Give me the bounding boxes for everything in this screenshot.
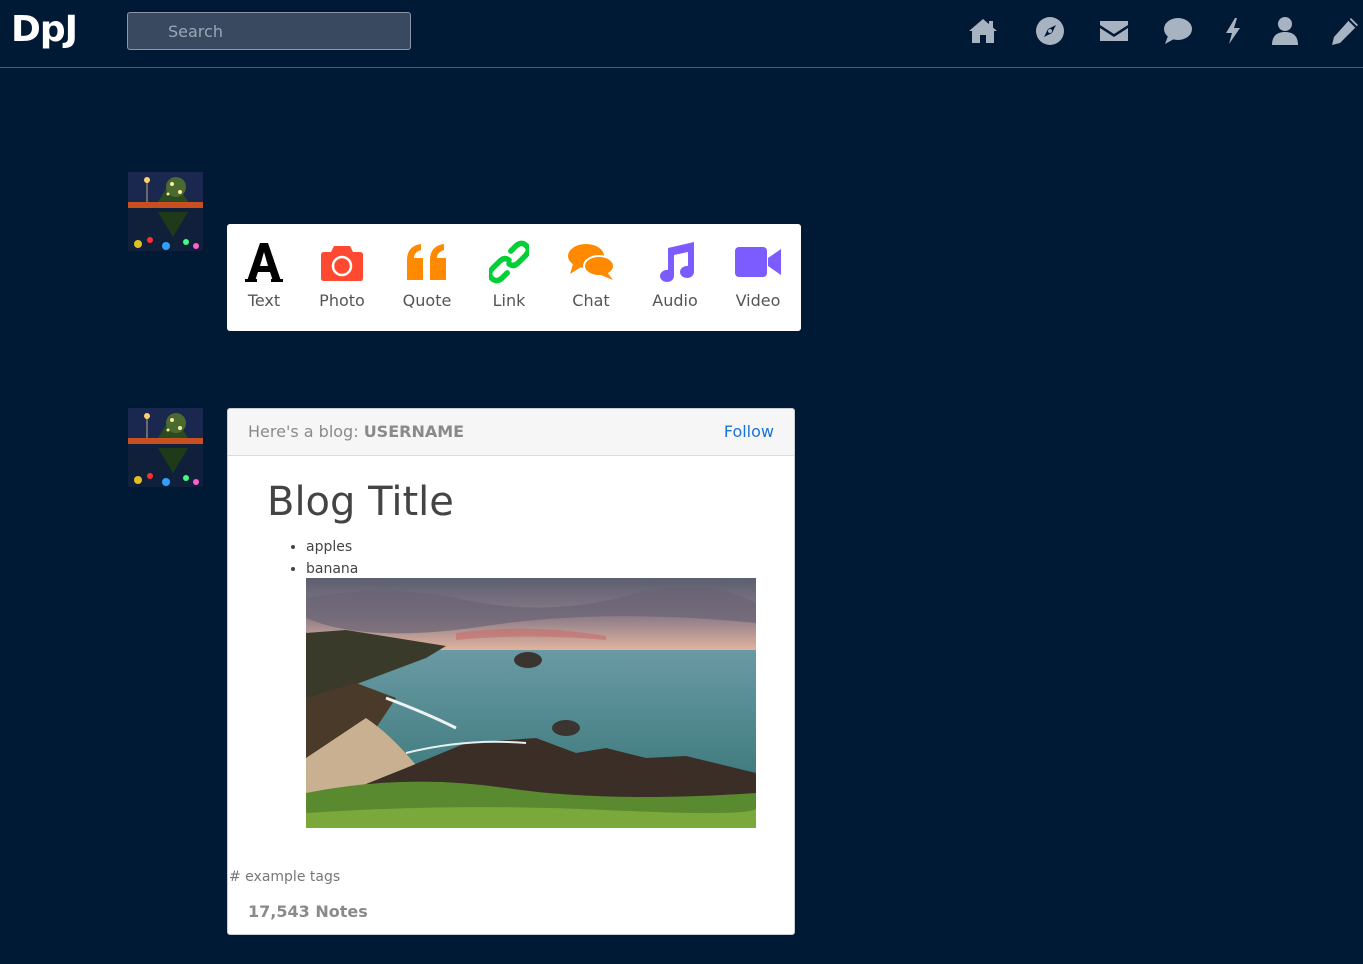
post-type-label: Audio (652, 291, 698, 310)
link-icon (489, 238, 529, 286)
post-tags[interactable]: # example tags (229, 869, 340, 885)
post-type-quote[interactable]: Quote (399, 238, 455, 311)
post-type-label: Quote (402, 291, 452, 310)
post-type-selector: Text Photo Quote Link Chat Audio Video (227, 224, 801, 331)
follow-button[interactable]: Follow (724, 422, 774, 441)
quote-icon (399, 238, 455, 286)
site-logo[interactable]: DpJ (11, 8, 78, 52)
post-type-label: Chat (572, 291, 610, 310)
blog-list: apples banana (306, 536, 358, 580)
post-type-video[interactable]: Video (733, 238, 783, 311)
post-header: Here's a blog: USERNAME Follow (228, 409, 794, 456)
lightning-icon[interactable] (1216, 14, 1250, 48)
compass-icon[interactable] (1033, 14, 1067, 48)
post-type-link[interactable]: Link (489, 238, 529, 311)
post-type-label: Text (247, 291, 281, 310)
video-icon (733, 238, 783, 286)
list-item: apples (306, 536, 358, 558)
post-author-avatar[interactable] (128, 408, 203, 487)
search-box[interactable] (127, 12, 411, 50)
post-type-label: Video (735, 291, 781, 310)
post-type-audio[interactable]: Audio (649, 238, 701, 311)
search-input[interactable] (128, 13, 410, 49)
list-item: banana (306, 558, 358, 580)
post-header-prefix: Here's a blog: (248, 422, 359, 441)
user-avatar[interactable] (128, 172, 203, 251)
post-type-photo[interactable]: Photo (315, 238, 369, 311)
chat-icon (566, 238, 616, 286)
pencil-icon[interactable] (1328, 14, 1362, 48)
post-notes-count[interactable]: 17,543 Notes (248, 902, 368, 921)
post-type-text[interactable]: Text (244, 238, 284, 311)
blog-post-card: Here's a blog: USERNAME Follow Blog Titl… (227, 408, 795, 935)
top-navigation-bar: DpJ (0, 0, 1363, 68)
mail-icon[interactable] (1097, 14, 1131, 48)
home-icon[interactable] (966, 14, 1000, 48)
music-icon (649, 238, 701, 286)
post-type-label: Link (492, 291, 526, 310)
blog-image (306, 578, 756, 828)
blog-title: Blog Title (267, 479, 454, 525)
post-username[interactable]: USERNAME (364, 422, 464, 441)
camera-icon (315, 238, 369, 286)
text-icon (244, 238, 284, 286)
chat-bubble-icon[interactable] (1161, 14, 1195, 48)
post-header-text: Here's a blog: USERNAME (248, 422, 464, 441)
post-type-chat[interactable]: Chat (566, 238, 616, 311)
post-type-label: Photo (319, 291, 365, 310)
user-icon[interactable] (1268, 14, 1302, 48)
